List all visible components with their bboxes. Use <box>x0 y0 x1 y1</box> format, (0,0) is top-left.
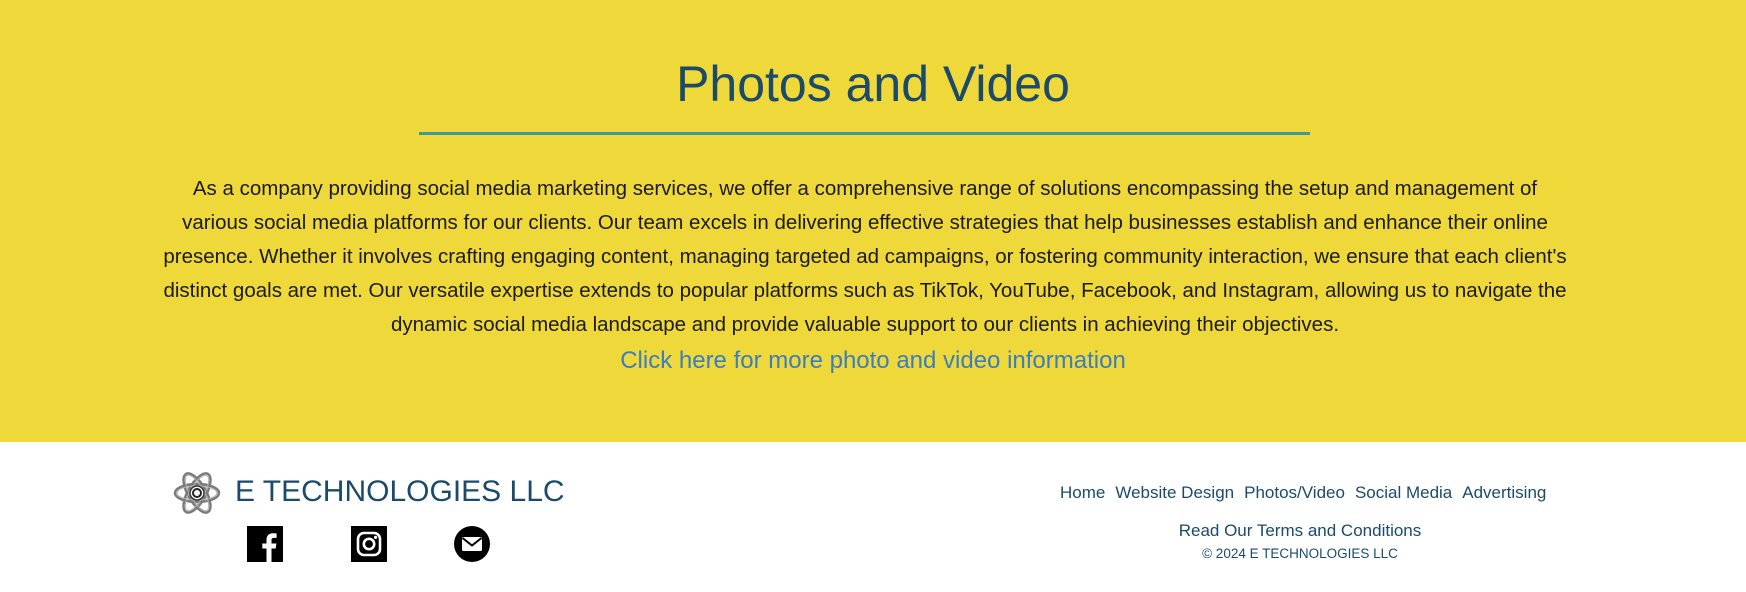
nav-photos-video[interactable]: Photos/Video <box>1244 482 1345 504</box>
nav-social-media[interactable]: Social Media <box>1355 482 1452 504</box>
instagram-icon[interactable] <box>351 526 387 562</box>
atom-logo-icon[interactable] <box>172 468 222 518</box>
email-icon[interactable] <box>454 526 490 562</box>
photos-video-section: Photos and Video As a company providing … <box>0 0 1746 442</box>
section-description: As a company providing social media mark… <box>163 177 1567 336</box>
facebook-icon[interactable] <box>247 526 283 562</box>
copyright-text: © 2024 E TECHNOLOGIES LLC <box>1202 546 1398 561</box>
nav-website-design[interactable]: Website Design <box>1115 482 1234 504</box>
terms-link[interactable]: Read Our Terms and Conditions <box>1100 520 1500 542</box>
nav-advertising[interactable]: Advertising <box>1462 482 1546 504</box>
site-footer: E TECHNOLOGIES LLC Home Website Design P… <box>0 442 1746 592</box>
company-name[interactable]: E TECHNOLOGIES LLC <box>235 472 565 512</box>
nav-home[interactable]: Home <box>1060 482 1105 504</box>
title-divider <box>419 132 1310 135</box>
page-title: Photos and Video <box>676 56 1070 112</box>
footer-nav: Home Website Design Photos/Video Social … <box>1060 482 1546 504</box>
more-info-link[interactable]: Click here for more photo and video info… <box>0 346 1746 376</box>
